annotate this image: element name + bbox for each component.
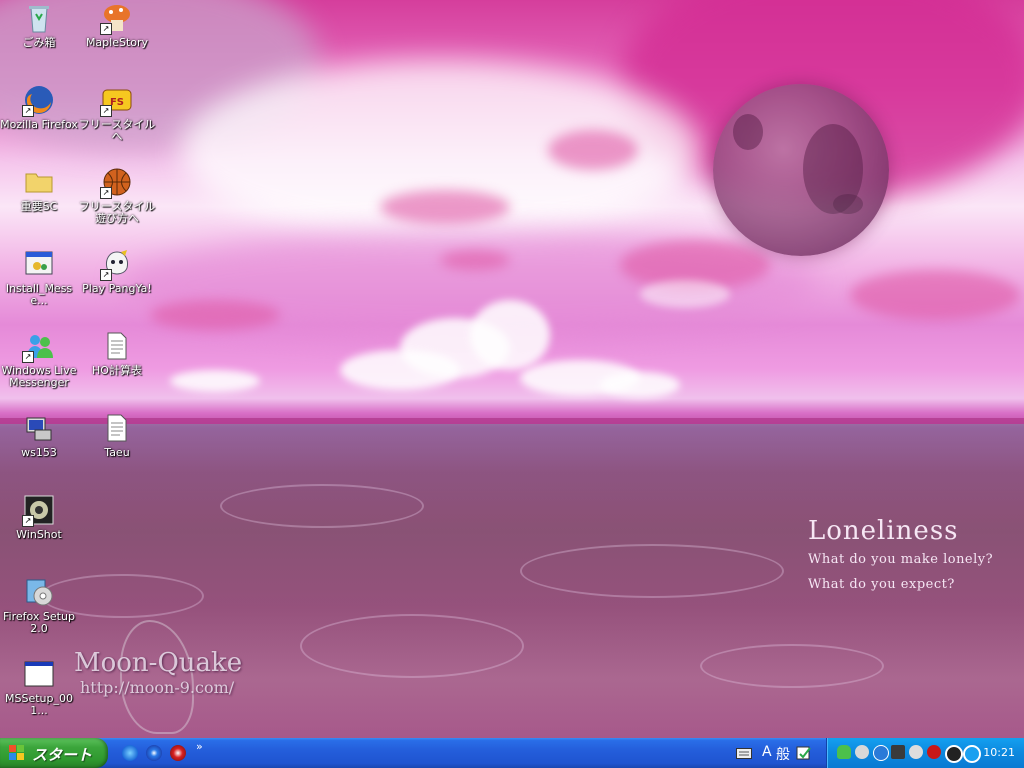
icon-label: MSSetup_001... [5,692,73,717]
planet [713,84,889,256]
icon-label: MapleStory [85,36,149,49]
start-label: スタート [32,746,93,764]
start-button[interactable]: スタート [0,738,108,768]
desktop-icon-freestyle[interactable]: FS ↗ フリースタイルへ [78,84,156,143]
cloud [440,250,510,270]
icon-label: Install_Messe... [5,282,73,307]
wallpaper-title: Loneliness [808,516,959,546]
installer-icon [23,248,55,280]
desktop-icon-winshot[interactable]: ↗ WinShot [0,494,78,541]
icon-label: Play PangYa! [82,282,152,295]
desktop-icon-maplestory[interactable]: ↗ MapleStory [78,2,156,49]
folder-icon [23,166,55,198]
messenger-tray-icon[interactable] [837,745,851,759]
desktop-icon-taeu[interactable]: Taeu [78,412,156,459]
text-file-icon [101,412,133,444]
quick-launch-more-button[interactable]: » [196,740,203,753]
antivirus-tray-icon[interactable] [909,745,923,759]
icon-label: WinShot [16,528,62,541]
volume-icon[interactable] [855,745,869,759]
ie-icon[interactable] [122,745,138,761]
ime-pad-icon[interactable] [796,745,812,761]
network-icon[interactable] [945,745,963,763]
text-file-icon [101,330,133,362]
taskbar: スタート » A 般 10:21 [0,738,1024,768]
icon-label: Mozilla Firefox [0,118,78,131]
icon-label: Windows Live Messenger [1,364,77,389]
brand-name: Moon-Quake [74,648,243,678]
cloud [170,370,260,392]
update-icon[interactable] [963,745,981,763]
ime-mode[interactable]: A [762,744,772,760]
wallpaper-brand: Moon-Quake http://moon-9.com/ [74,648,242,697]
basketball-icon: ↗ [100,166,133,199]
wallpaper-line-1: What do you make lonely? [808,552,994,567]
cloud [600,372,680,398]
desktop-icon-pangya[interactable]: ↗ Play PangYa! [78,248,156,295]
cloud [340,350,460,390]
icon-label: Firefox Setup 2.0 [3,610,75,635]
media-player-icon[interactable] [146,745,162,761]
firefox-icon: ↗ [22,84,55,117]
brand-url: http://moon-9.com/ [80,678,235,697]
cloud [850,270,1020,320]
desktop-icon-firefox[interactable]: ↗ Mozilla Firefox [0,84,78,131]
svg-text:FS: FS [110,97,124,108]
wallpaper-caption: Loneliness What do you make lonely? What… [808,516,993,592]
cloud [380,190,510,224]
cloud [640,280,730,308]
cloud [548,130,638,170]
language-bar[interactable]: A 般 [732,741,820,765]
ws153-icon [23,412,55,444]
ime-conversion[interactable]: 般 [776,744,790,764]
antivirus-icon[interactable] [170,745,186,761]
icon-label: フリースタイル遊び方へ [78,200,156,225]
desktop-icon-mssetup[interactable]: MSSetup_001... [0,658,78,717]
icon-label: ごみ箱 [22,36,56,49]
system-tray: 10:21 [826,738,1024,768]
wallpaper-line-2: What do you expect? [808,577,955,592]
monitor-icon[interactable] [891,745,905,759]
icon-label: 重要SC [20,200,58,213]
icon-label: HO計算表 [92,364,142,377]
desktop[interactable]: Loneliness What do you make lonely? What… [0,0,1024,738]
icon-label: フリースタイルへ [78,118,156,143]
keyboard-icon[interactable] [736,746,752,760]
desktop-icon-install-messenger[interactable]: Install_Messe... [0,248,78,307]
desktop-icon-windows-live-messenger[interactable]: ↗ Windows Live Messenger [0,330,78,389]
desktop-icon-firefox-setup[interactable]: Firefox Setup 2.0 [0,576,78,635]
icon-label: ws153 [21,446,57,459]
desktop-icon-folder[interactable]: 重要SC [0,166,78,213]
maplestory-icon: ↗ [100,2,133,35]
recycle-bin-icon [23,2,55,34]
clock[interactable]: 10:21 [983,746,1015,759]
security-icon[interactable] [927,745,941,759]
desktop-icon-freestyle-guide[interactable]: ↗ フリースタイル遊び方へ [78,166,156,225]
desktop-icon-ho-sheet[interactable]: HO計算表 [78,330,156,377]
windows-logo-icon [9,745,25,761]
setup-icon [23,576,55,608]
window-app-icon [23,658,55,690]
icon-label: Taeu [104,446,130,459]
winshot-icon: ↗ [22,494,55,527]
cloud [150,300,280,330]
desktop-icon-ws153[interactable]: ws153 [0,412,78,459]
desktop-icon-recycle-bin[interactable]: ごみ箱 [0,2,78,49]
messenger-icon: ↗ [22,330,55,363]
cloud [470,300,550,370]
info-icon[interactable] [873,745,889,761]
pangya-icon: ↗ [100,248,133,281]
freestyle-icon: FS ↗ [100,84,133,117]
